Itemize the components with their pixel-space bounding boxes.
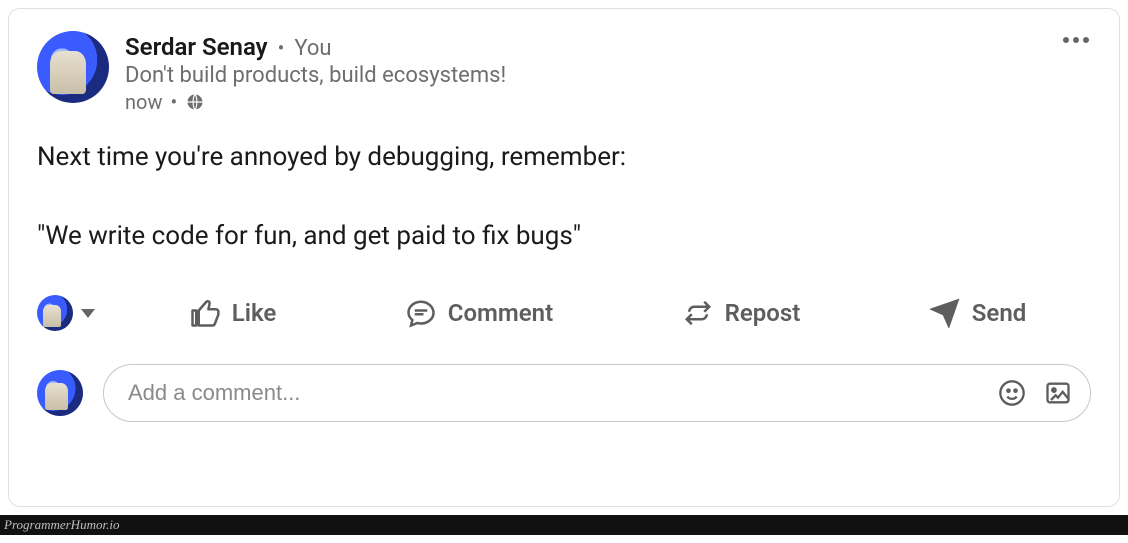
actions-row: Like Comment Repost Send <box>37 290 1091 336</box>
separator-dot: • <box>278 36 285 60</box>
watermark-text: ProgrammerHumor.io <box>4 517 119 532</box>
author-relation: You <box>294 36 331 61</box>
repost-button[interactable]: Repost <box>669 290 815 336</box>
post-header: Serdar Senay • You Don't build products,… <box>37 31 1091 114</box>
send-label: Send <box>972 299 1026 327</box>
post-body-line: Next time you're annoyed by debugging, r… <box>37 138 1091 177</box>
repost-icon <box>683 298 713 328</box>
author-tagline: Don't build products, build ecosystems! <box>125 63 506 88</box>
image-icon[interactable] <box>1044 379 1072 407</box>
post-body: Next time you're annoyed by debugging, r… <box>37 138 1091 256</box>
comment-button[interactable]: Comment <box>392 290 567 336</box>
comment-label: Comment <box>448 299 553 327</box>
react-as-selector[interactable] <box>37 295 125 331</box>
separator-dot: • <box>170 90 177 114</box>
commenter-avatar[interactable] <box>37 370 83 416</box>
react-as-avatar <box>37 295 73 331</box>
repost-label: Repost <box>725 299 801 327</box>
author-name[interactable]: Serdar Senay <box>125 33 268 61</box>
send-button[interactable]: Send <box>916 290 1040 336</box>
post-card: Serdar Senay • You Don't build products,… <box>8 8 1120 507</box>
thumbs-up-icon <box>190 298 220 328</box>
post-meta: Serdar Senay • You Don't build products,… <box>125 33 506 114</box>
comment-row <box>37 364 1091 422</box>
comment-icon <box>406 298 436 328</box>
send-icon <box>930 298 960 328</box>
post-body-line: "We write code for fun, and get paid to … <box>37 217 1091 256</box>
comment-box[interactable] <box>103 364 1091 422</box>
comment-input[interactable] <box>128 380 998 406</box>
post-time: now <box>125 90 162 114</box>
author-avatar[interactable] <box>37 31 109 103</box>
emoji-icon[interactable] <box>998 379 1026 407</box>
like-button[interactable]: Like <box>176 290 291 336</box>
watermark-bar: ProgrammerHumor.io <box>0 515 1128 535</box>
post-menu-button[interactable] <box>1057 31 1095 49</box>
caret-down-icon <box>81 309 95 318</box>
like-label: Like <box>232 299 277 327</box>
globe-icon[interactable] <box>185 92 205 112</box>
